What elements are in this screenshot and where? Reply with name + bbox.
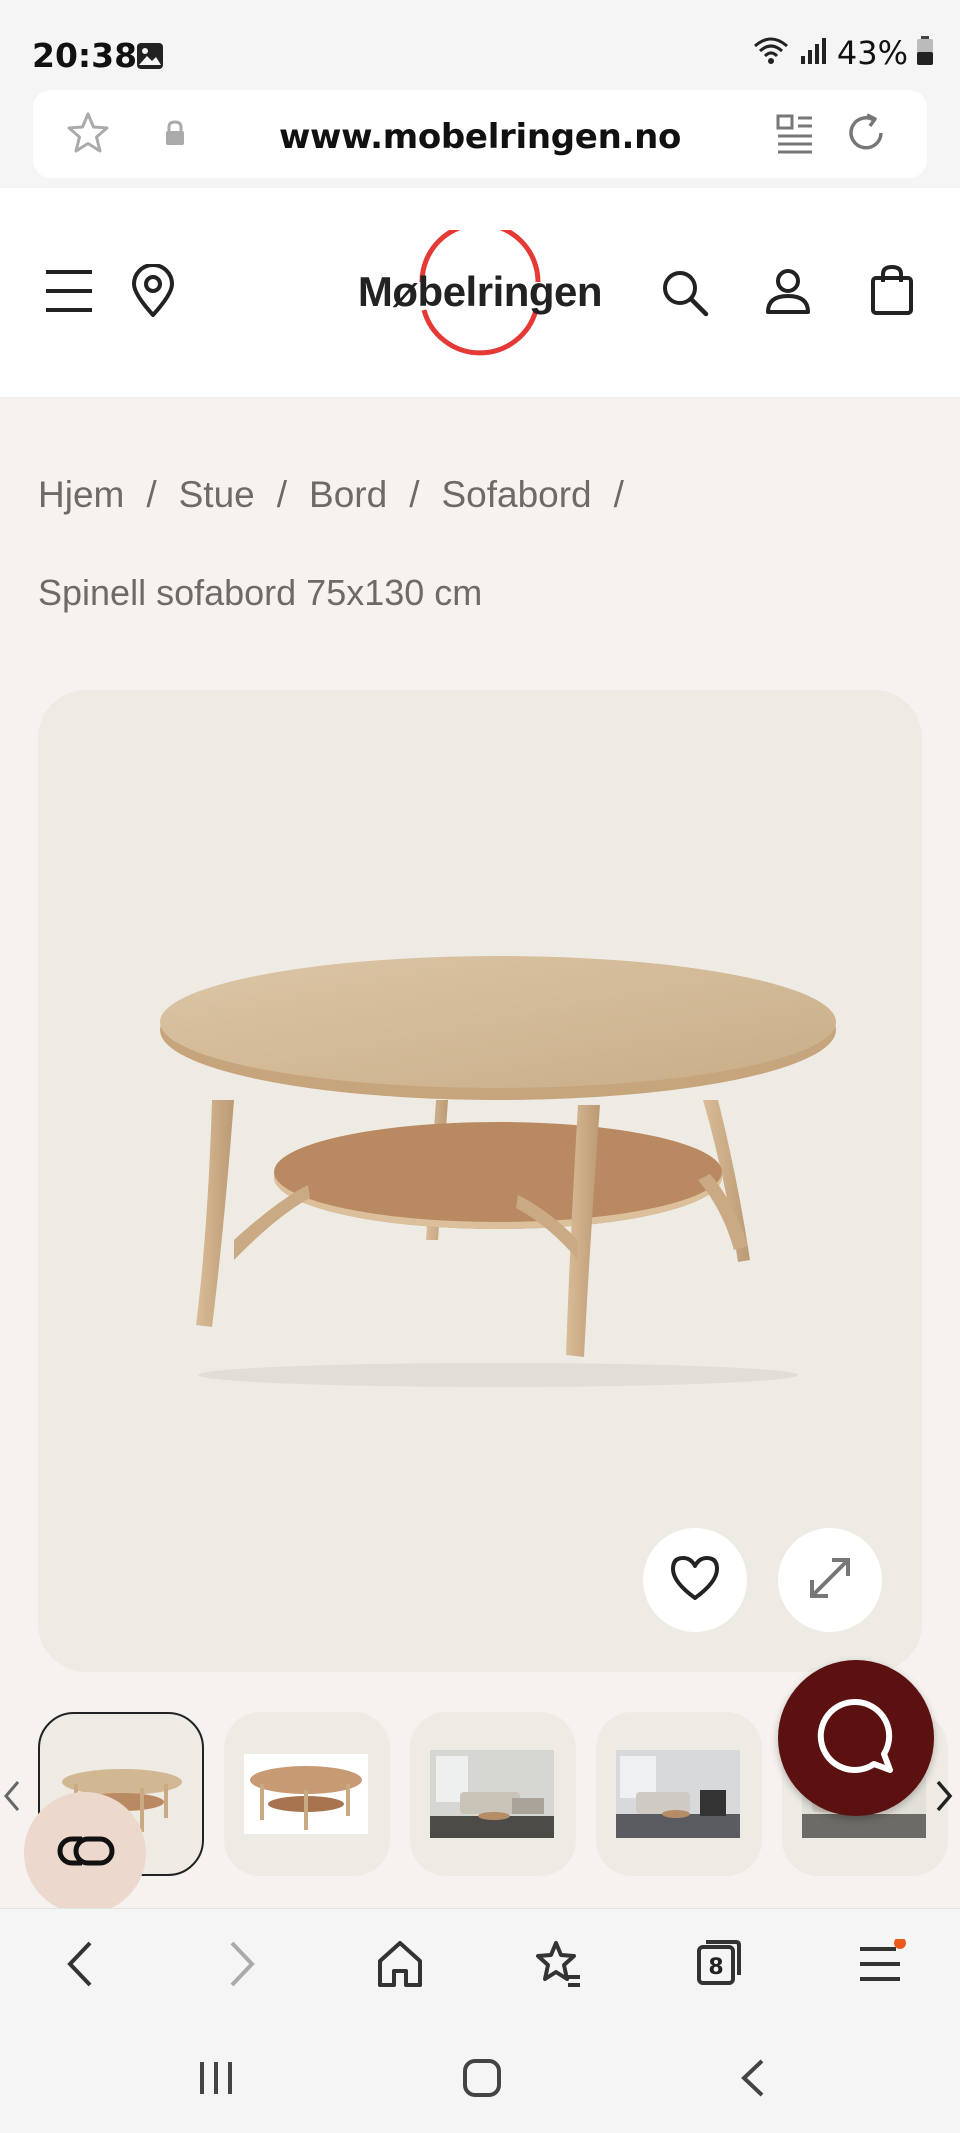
menu-icon[interactable]: [44, 268, 94, 319]
product-image-table: [160, 956, 836, 1387]
heart-icon: [669, 1554, 721, 1607]
tabs-count: 8: [708, 1955, 724, 1980]
breadcrumb-separator: /: [146, 474, 157, 515]
breadcrumb-separator: /: [613, 474, 624, 515]
site-header: Møbelringen: [0, 188, 960, 398]
bookmarks-icon[interactable]: [534, 1939, 584, 1994]
product-image-card[interactable]: [38, 690, 922, 1672]
site-logo[interactable]: Møbelringen: [352, 230, 608, 356]
thumbnails-next-arrow[interactable]: [932, 1778, 956, 1819]
cookie-toggle-icon: [52, 1831, 118, 1876]
gallery-icon: [136, 42, 164, 75]
status-bar: 20:38 43%: [0, 0, 960, 82]
thumbnail-2[interactable]: [224, 1712, 390, 1876]
logo-text: Møbelringen: [357, 268, 603, 315]
search-icon[interactable]: [660, 268, 710, 323]
breadcrumb-link-stue[interactable]: Stue: [179, 474, 255, 516]
thumbnail-image: [430, 1750, 554, 1838]
breadcrumb-link-bord[interactable]: Bord: [309, 474, 387, 516]
account-icon[interactable]: [764, 268, 812, 321]
android-nav-bar: [0, 2024, 960, 2133]
thumbnail-image: [616, 1750, 740, 1838]
back-icon[interactable]: [58, 1939, 102, 1994]
chat-bubble-icon: [816, 1696, 896, 1781]
thumbnail-3[interactable]: [410, 1712, 576, 1876]
product-title: Spinell sofabord 75x130 cm: [38, 572, 483, 613]
signal-icon: [799, 36, 829, 71]
cookie-consent-button[interactable]: [24, 1792, 146, 1914]
system-back-icon[interactable]: [736, 2058, 772, 2103]
location-icon[interactable]: [130, 263, 176, 323]
forward-icon[interactable]: [220, 1939, 264, 1994]
breadcrumb: Hjem / Stue / Bord / Sofabord /: [38, 474, 646, 516]
address-bar-area: www.mobelringen.no: [0, 82, 960, 188]
browser-menu-icon[interactable]: [856, 1937, 906, 1994]
breadcrumb-link-sofabord[interactable]: Sofabord: [441, 474, 591, 516]
chat-button[interactable]: [778, 1660, 934, 1816]
cart-icon[interactable]: [870, 264, 914, 321]
reader-mode-icon[interactable]: [775, 112, 815, 159]
battery-icon: [916, 35, 934, 71]
fullscreen-button[interactable]: [778, 1528, 882, 1632]
browser-toolbar: 8: [0, 1908, 960, 2024]
home-icon[interactable]: [376, 1939, 424, 1994]
reload-icon[interactable]: [843, 110, 889, 161]
battery-percent: 43%: [836, 34, 908, 72]
wifi-icon: [751, 36, 791, 71]
breadcrumb-separator: /: [409, 474, 420, 515]
home-button-icon[interactable]: [462, 2058, 502, 2103]
breadcrumb-link-hjem[interactable]: Hjem: [38, 474, 124, 516]
thumbnail-image: [244, 1754, 368, 1834]
tabs-icon[interactable]: 8: [696, 1939, 742, 1987]
address-bar[interactable]: www.mobelringen.no: [33, 90, 927, 178]
status-time: 20:38: [32, 36, 138, 75]
breadcrumb-separator: /: [276, 474, 288, 515]
recent-apps-icon[interactable]: [196, 2058, 236, 2103]
thumbnail-4[interactable]: [596, 1712, 762, 1876]
wishlist-button[interactable]: [643, 1528, 747, 1632]
expand-icon: [804, 1552, 856, 1609]
